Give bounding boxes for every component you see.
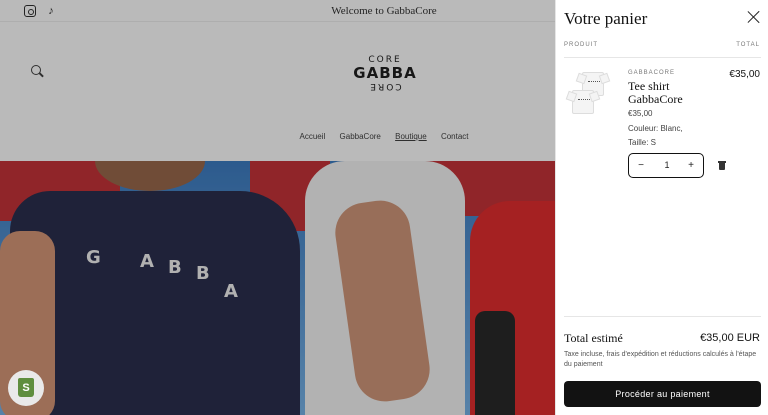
product-thumbnail[interactable] xyxy=(568,72,608,122)
column-header-total: TOTAL xyxy=(736,42,760,48)
column-header-product: PRODUIT xyxy=(564,42,598,48)
tax-note: Taxe incluse, frais d'expédition et rédu… xyxy=(564,351,757,368)
quantity-stepper: − 1 + xyxy=(628,153,704,178)
total-value: €35,00 EUR xyxy=(700,332,760,344)
product-name-link[interactable]: Tee shirt GabbaCore xyxy=(628,80,718,106)
divider xyxy=(564,57,761,58)
product-vendor: GABBACORE xyxy=(628,70,676,76)
close-icon[interactable] xyxy=(747,10,761,24)
option-size: Taille: S xyxy=(628,138,657,147)
quantity-increase-button[interactable]: + xyxy=(683,159,699,173)
quantity-input[interactable]: 1 xyxy=(655,160,679,170)
trash-icon[interactable] xyxy=(717,161,727,171)
shopify-badge[interactable]: S xyxy=(8,370,44,406)
total-label: Total estimé xyxy=(564,331,623,345)
cart-drawer: Votre panier PRODUIT TOTAL GABBACORE Tee… xyxy=(555,0,768,415)
drawer-overlay[interactable] xyxy=(0,0,555,415)
line-total-price: €35,00 xyxy=(729,69,760,80)
checkout-button[interactable]: Procéder au paiement xyxy=(564,381,761,407)
quantity-decrease-button[interactable]: − xyxy=(633,159,649,173)
unit-price: €35,00 xyxy=(628,109,653,118)
divider xyxy=(564,316,761,317)
option-color: Couleur: Blanc, xyxy=(628,124,683,133)
shopify-bag-icon: S xyxy=(18,378,34,397)
cart-title: Votre panier xyxy=(564,9,648,28)
